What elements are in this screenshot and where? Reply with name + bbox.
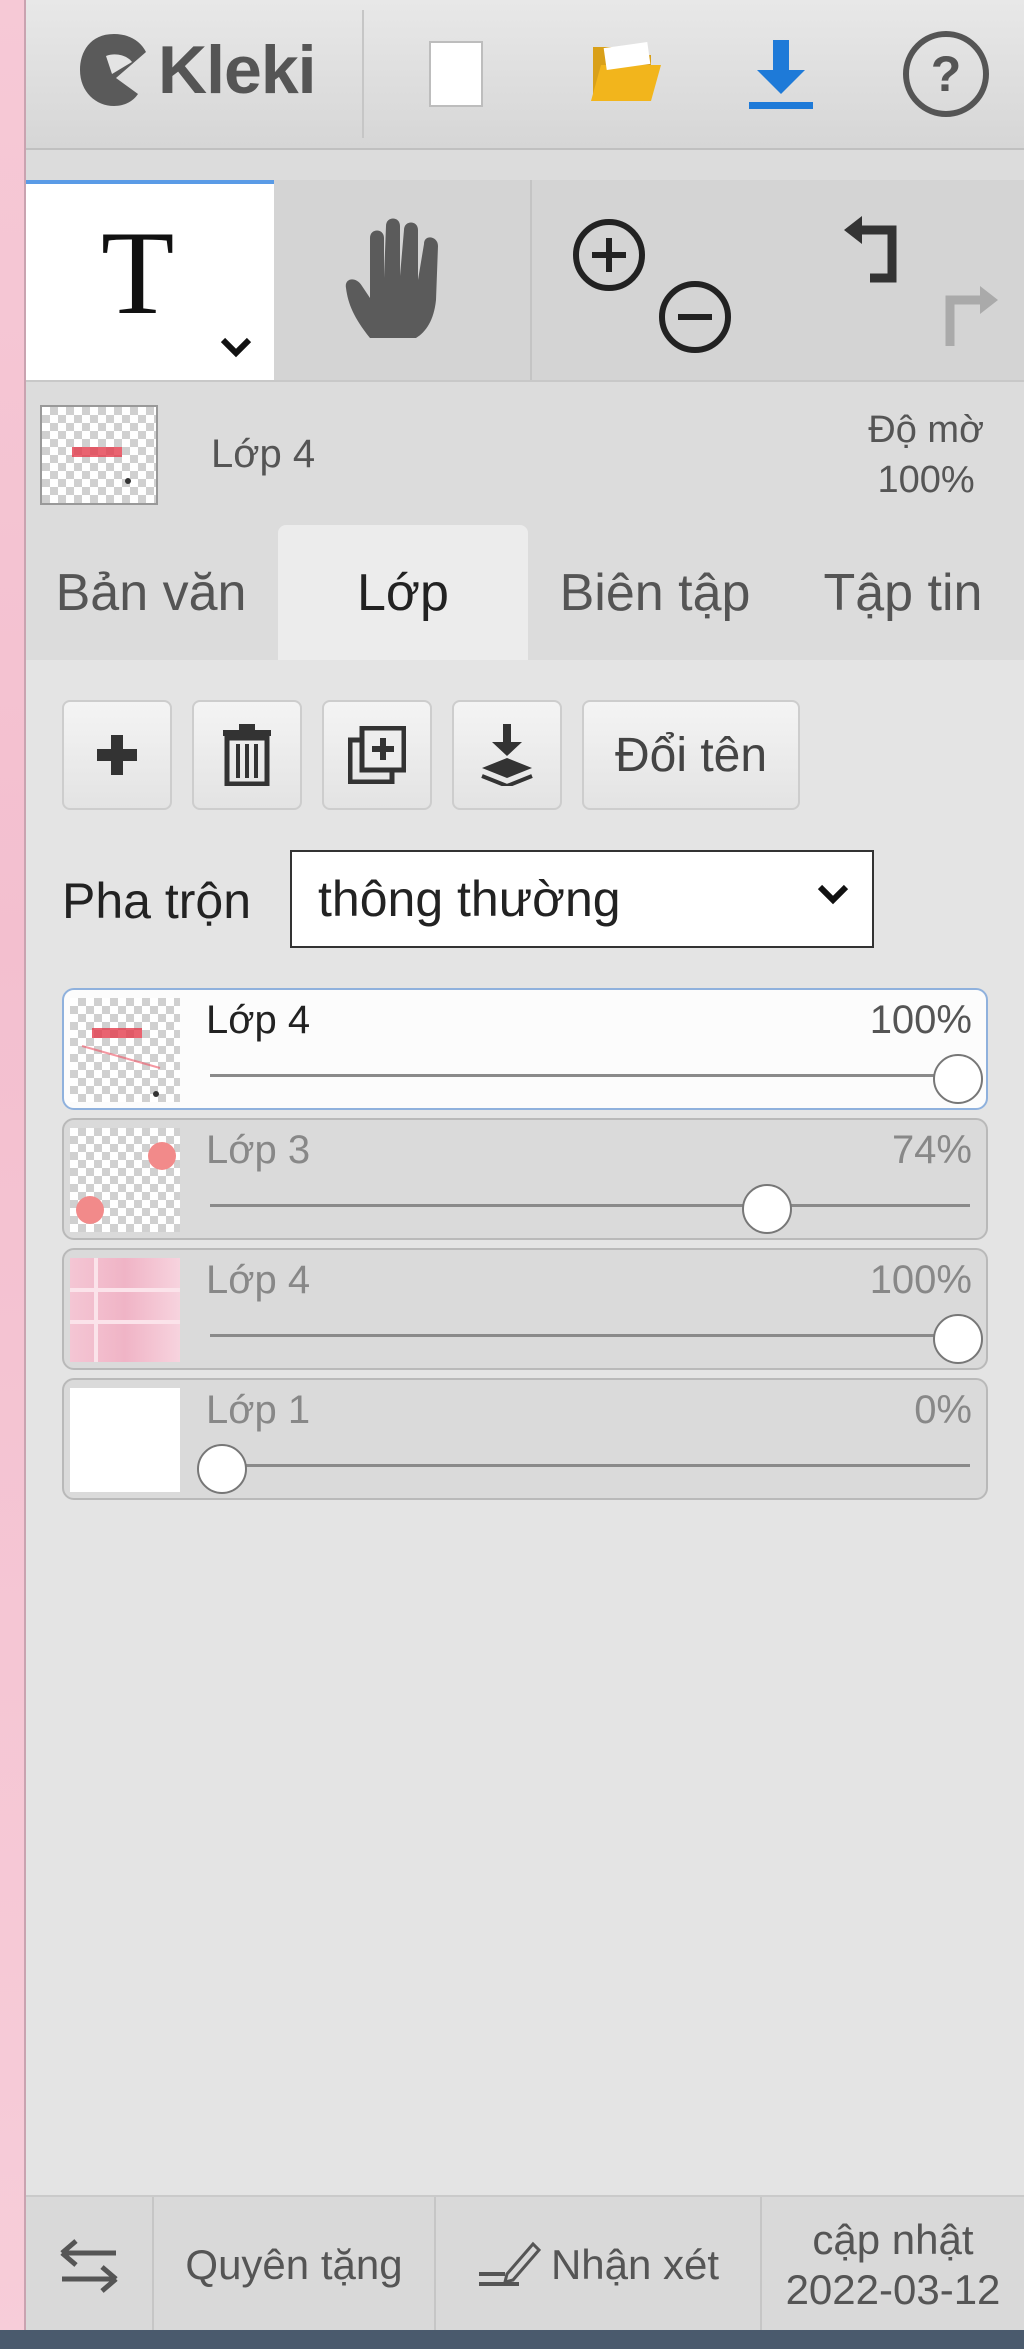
current-layer-opacity: Độ mờ 100% [868, 405, 984, 505]
swap-side-button[interactable] [26, 2197, 152, 2332]
redo-icon[interactable] [934, 280, 1000, 350]
canvas-edge [0, 0, 26, 2349]
update-label: cập nhật [812, 2215, 974, 2263]
feedback-button[interactable]: Nhận xét [436, 2197, 760, 2332]
zoom-controls [530, 180, 782, 380]
opacity-slider-knob[interactable] [933, 1314, 983, 1364]
window-bottom-edge [0, 2330, 1024, 2349]
opacity-slider-knob[interactable] [197, 1444, 247, 1494]
side-panel: Kleki ? T Lớp 4 Độ mờ 100% Bản văn Lớp B… [26, 0, 1024, 2332]
hand-icon [345, 218, 438, 338]
tab-text[interactable]: Bản văn [26, 525, 276, 660]
swap-arrows-icon [60, 2238, 118, 2293]
duplicate-layer-button[interactable] [322, 700, 432, 810]
chevron-down-icon[interactable] [218, 334, 254, 360]
layer-row[interactable]: Lớp 4 100% [62, 1248, 988, 1370]
tab-layers[interactable]: Lớp [278, 525, 528, 660]
blend-mode-value: thông thường [318, 871, 621, 927]
add-layer-button[interactable] [62, 700, 172, 810]
layer-row[interactable]: Lớp 3 74% [62, 1118, 988, 1240]
text-tool-button[interactable]: T [26, 180, 274, 380]
undo-icon[interactable] [842, 216, 908, 286]
tab-edit[interactable]: Biên tập [530, 525, 780, 660]
thumbnail-art [70, 1258, 180, 1362]
opacity-value: 100% [877, 459, 975, 501]
opacity-slider-knob[interactable] [741, 1184, 792, 1234]
layer-row[interactable]: Lớp 4 100% [62, 988, 988, 1110]
layer-name: Lớp 4 [206, 998, 311, 1042]
opacity-slider-track[interactable] [210, 1464, 970, 1467]
topbar-divider [362, 10, 364, 138]
opacity-slider-knob[interactable] [933, 1054, 983, 1104]
zoom-out-icon[interactable] [656, 278, 734, 356]
tool-row: T [26, 180, 1024, 382]
layer-name: Lớp 1 [206, 1388, 311, 1432]
chevron-down-icon [817, 884, 849, 905]
trash-icon [223, 724, 271, 786]
open-button[interactable] [576, 24, 676, 124]
duplicate-icon [348, 726, 406, 784]
layer-preview-row: Lớp 4 Độ mờ 100% [26, 395, 1024, 515]
thumbnail-art [72, 447, 131, 484]
layer-thumbnail [70, 1388, 180, 1492]
thumbnail-art [81, 1028, 161, 1097]
layer-thumbnail [70, 1128, 180, 1232]
text-tool-glyph: T [101, 206, 175, 339]
help-button[interactable]: ? [896, 24, 996, 124]
hand-tool-button[interactable] [276, 180, 526, 380]
donate-button[interactable]: Quyên tặng [154, 2197, 434, 2332]
feedback-label: Nhận xét [550, 2240, 720, 2288]
rename-layer-button[interactable]: Đổi tên [582, 700, 800, 810]
folder-icon [591, 42, 661, 101]
opacity-slider-track[interactable] [210, 1334, 970, 1337]
panel-tabs: Bản văn Lớp Biên tập Tập tin [26, 525, 1024, 662]
save-button[interactable] [731, 24, 831, 124]
opacity-slider-track[interactable] [210, 1074, 970, 1077]
help-icon: ? [903, 31, 989, 117]
svg-text:?: ? [931, 46, 962, 102]
layer-opacity-value: 0% [914, 1388, 972, 1432]
zoom-in-icon[interactable] [570, 216, 648, 294]
merge-down-icon [481, 724, 533, 786]
update-date: 2022-03-12 [785, 2265, 1001, 2313]
layer-thumbnail [70, 998, 180, 1102]
opacity-slider-track[interactable] [210, 1204, 970, 1207]
layers-panel: Đổi tên Pha trộn thông thường Lớp 4 100% [26, 660, 1024, 2195]
new-document-icon [429, 41, 483, 107]
layer-name: Lớp 4 [206, 1258, 311, 1302]
current-layer-thumbnail [40, 405, 158, 505]
layer-opacity-value: 100% [869, 1258, 972, 1302]
new-button[interactable] [406, 24, 506, 124]
layer-opacity-value: 74% [891, 1128, 972, 1172]
delete-layer-button[interactable] [192, 700, 302, 810]
kleki-logo-icon [80, 34, 146, 106]
history-controls [784, 180, 1024, 380]
blend-mode-select[interactable]: thông thường [290, 850, 874, 948]
app-name: Kleki [158, 32, 317, 108]
footer-bar: Quyên tặng Nhận xét cập nhật 2022-03-12 [26, 2195, 1024, 2332]
update-info[interactable]: cập nhật 2022-03-12 [762, 2197, 1024, 2332]
layer-opacity-value: 100% [869, 998, 972, 1042]
thumbnail-art [76, 1142, 176, 1224]
blend-mode-label: Pha trộn [62, 873, 252, 929]
top-bar: Kleki ? [26, 0, 1024, 150]
current-layer-name: Lớp 4 [211, 432, 316, 476]
merge-down-button[interactable] [452, 700, 562, 810]
tab-file[interactable]: Tập tin [782, 525, 1024, 660]
feedback-pen-icon [478, 2241, 541, 2286]
plus-icon [97, 735, 137, 775]
layer-row[interactable]: Lớp 1 0% [62, 1378, 988, 1500]
download-icon [749, 40, 813, 109]
opacity-label: Độ mờ [868, 409, 984, 451]
layer-thumbnail [70, 1258, 180, 1362]
layer-name: Lớp 3 [206, 1128, 311, 1172]
kleki-logo[interactable]: Kleki [76, 30, 317, 110]
